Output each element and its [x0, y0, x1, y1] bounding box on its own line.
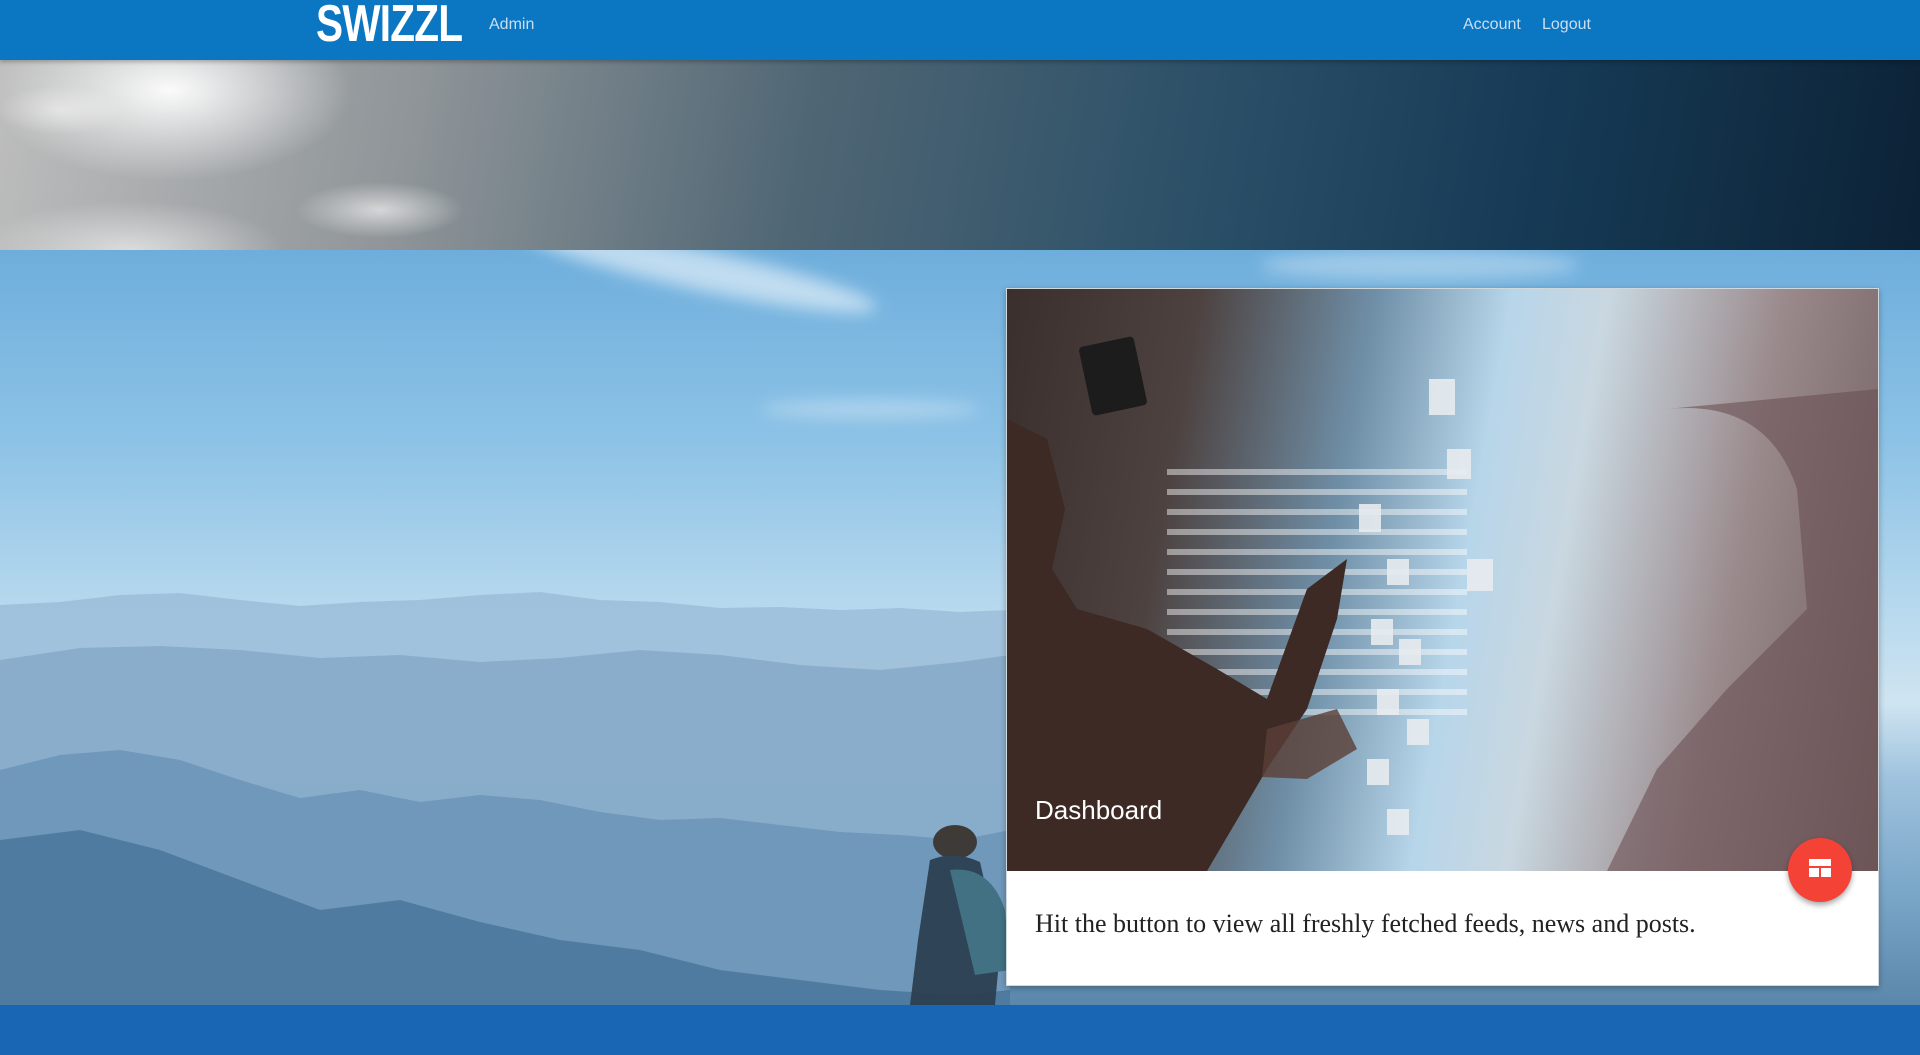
nav-account-link[interactable]: Account	[1463, 0, 1521, 50]
nav-admin-link[interactable]: Admin	[489, 0, 534, 50]
page-footer-bar	[0, 1005, 1920, 1055]
hero-sky-banner	[0, 60, 1920, 250]
dashboard-card: Dashboard Hit the button to view all fre…	[1006, 288, 1879, 986]
view-dashboard-icon	[1809, 858, 1831, 882]
whiteboard-photo	[1007, 336, 1878, 871]
dashboard-fab-button[interactable]	[1788, 838, 1852, 902]
brand-logo[interactable]: SWIZZL	[316, 0, 463, 54]
top-navbar: SWIZZL Admin Account Logout	[0, 0, 1920, 60]
card-description: Hit the button to view all freshly fetch…	[1035, 909, 1696, 938]
card-title: Dashboard	[1035, 795, 1163, 825]
nav-logout-link[interactable]: Logout	[1542, 0, 1591, 50]
card-image: Dashboard	[1007, 289, 1878, 871]
